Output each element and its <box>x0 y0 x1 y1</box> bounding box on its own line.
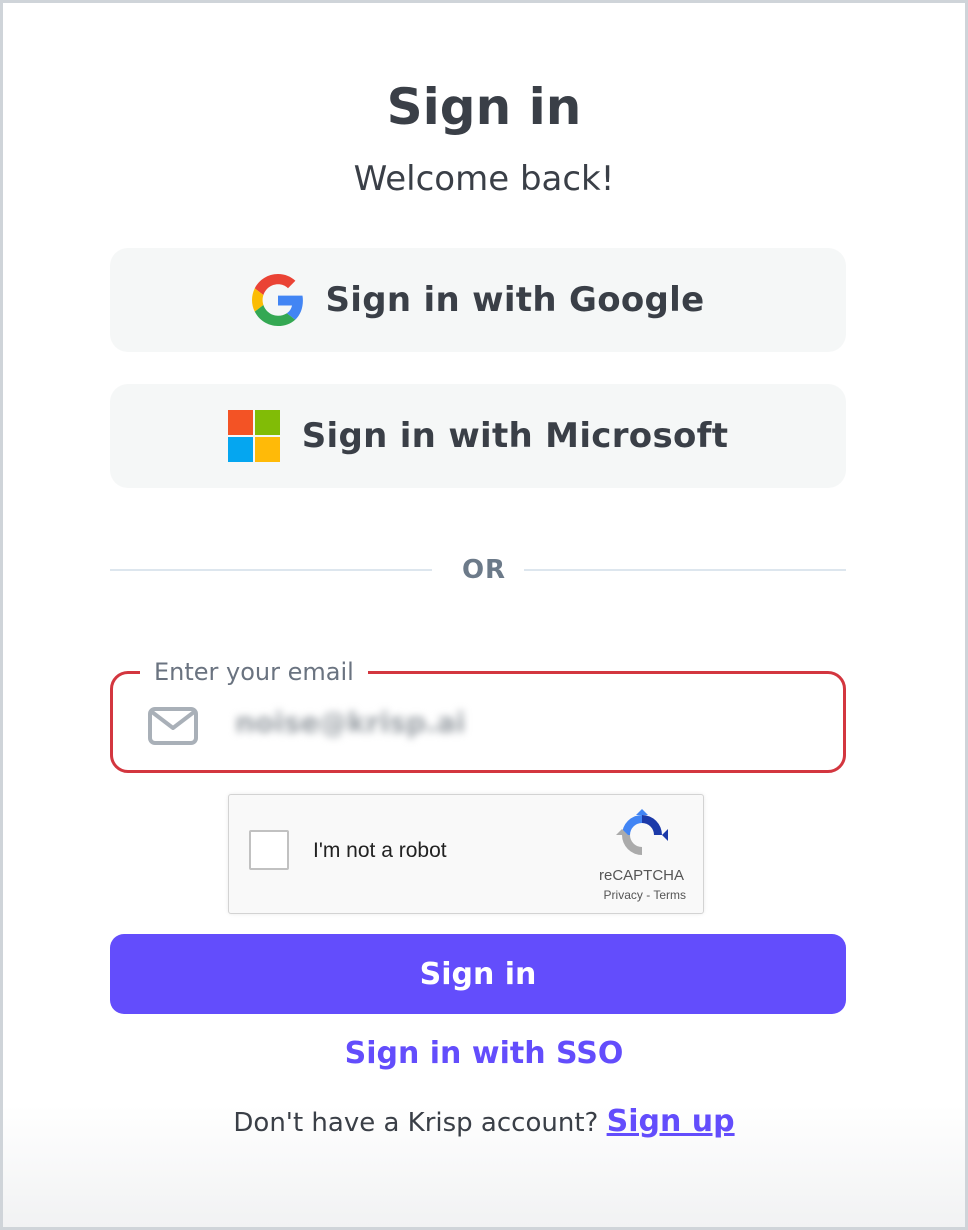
mail-icon <box>148 707 198 745</box>
page-subtitle: Welcome back! <box>353 159 615 199</box>
page-title: Sign in <box>386 78 582 136</box>
google-signin-button[interactable]: Sign in with Google <box>110 248 846 352</box>
google-icon <box>251 274 303 326</box>
microsoft-signin-label: Sign in with Microsoft <box>301 416 729 456</box>
signup-prompt: Don't have a Krisp account? <box>233 1108 599 1138</box>
signin-button[interactable]: Sign in <box>110 934 846 1014</box>
google-signin-label: Sign in with Google <box>325 280 705 320</box>
recaptcha-privacy-terms[interactable]: Privacy - Terms <box>604 888 686 902</box>
microsoft-signin-button[interactable]: Sign in with Microsoft <box>110 384 846 488</box>
signin-card: Sign in Welcome back! Sign in with Googl… <box>0 0 968 1230</box>
signup-link[interactable]: Sign up <box>607 1104 735 1139</box>
or-text: OR <box>461 555 507 585</box>
microsoft-icon <box>227 410 280 462</box>
recaptcha-widget: I'm not a robot reCAPTCHA Privacy - Term… <box>228 794 704 914</box>
signup-footer: Don't have a Krisp account? Sign up <box>3 1104 965 1139</box>
recaptcha-label: I'm not a robot <box>313 839 447 862</box>
email-field-label: Enter your email <box>140 657 368 687</box>
signin-button-label: Sign in <box>419 956 537 992</box>
recaptcha-checkbox[interactable] <box>249 830 289 870</box>
sso-signin-link[interactable]: Sign in with SSO <box>3 1036 965 1071</box>
recaptcha-logo-icon <box>616 809 668 855</box>
email-value[interactable]: noise@krisp.ai <box>235 703 465 743</box>
recaptcha-brand: reCAPTCHA <box>598 867 684 884</box>
